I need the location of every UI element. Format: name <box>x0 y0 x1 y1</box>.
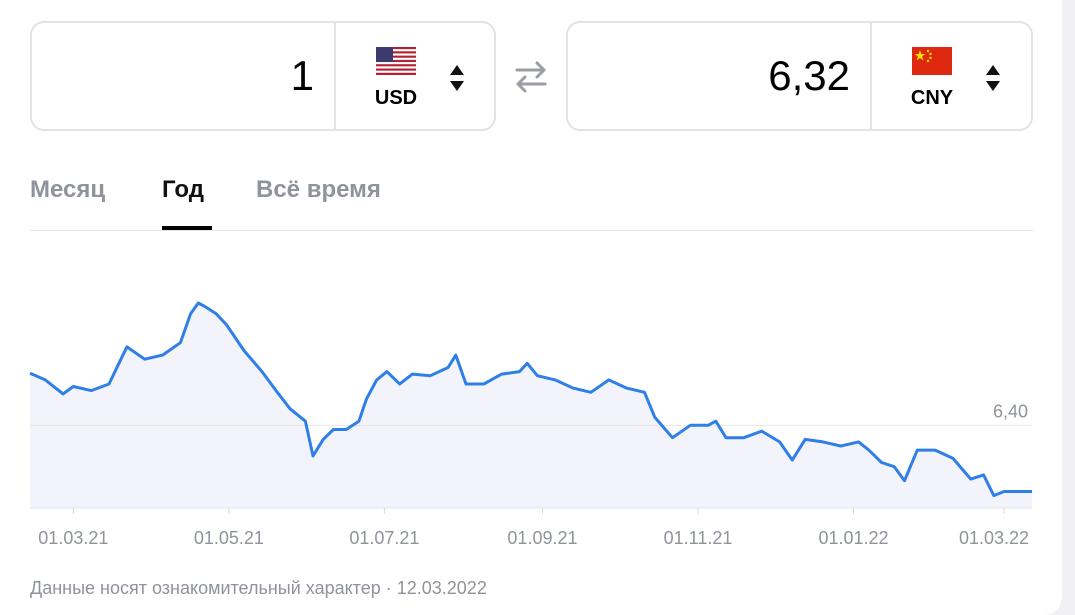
currency-converter-card: 1 USD 6,32 CNY Месяц Год Всё время 6,40 … <box>0 0 1062 615</box>
reference-value-label: 6,40 <box>993 401 1028 421</box>
sort-arrows-icon <box>986 65 1000 91</box>
swap-currencies-icon[interactable] <box>512 60 550 94</box>
us-flag-icon <box>376 47 416 75</box>
cn-flag-icon <box>912 47 952 75</box>
from-currency-code: USD <box>374 87 418 109</box>
tab-all-time[interactable]: Всё время <box>256 176 381 204</box>
tabs-divider <box>30 230 1033 231</box>
to-currency-box: 6,32 CNY <box>566 21 1033 131</box>
tab-year[interactable]: Год <box>162 176 204 204</box>
from-currency-box: 1 USD <box>30 21 496 131</box>
x-tick-label: 01.09.21 <box>507 528 577 548</box>
chart-area-fill <box>30 303 1032 508</box>
x-tick-label: 01.07.21 <box>349 528 419 548</box>
tab-month[interactable]: Месяц <box>30 176 105 204</box>
rate-chart: 6,40 01.03.21 01.05.21 01.07.21 01.09.21 01.… <box>29 301 1032 548</box>
x-tick-label: 01.05.21 <box>194 528 264 548</box>
to-amount-input[interactable]: 6,32 <box>568 23 870 129</box>
x-axis-ticks: 01.03.21 01.05.21 01.07.21 01.09.21 01.11.21… <box>38 508 1029 548</box>
to-currency-select[interactable]: CNY <box>872 23 1030 129</box>
to-currency-code: CNY <box>910 87 954 109</box>
sort-arrows-icon <box>450 65 464 91</box>
from-amount-input[interactable]: 1 <box>32 23 334 129</box>
x-tick-label: 01.03.21 <box>38 528 108 548</box>
x-tick-label: 01.03.22 <box>959 528 1029 548</box>
disclaimer-footnote: Данные носят ознакомительный характер · … <box>30 578 487 598</box>
x-tick-label: 01.11.21 <box>664 528 733 548</box>
x-tick-label: 01.01.22 <box>818 528 888 548</box>
from-currency-select[interactable]: USD <box>336 23 494 129</box>
